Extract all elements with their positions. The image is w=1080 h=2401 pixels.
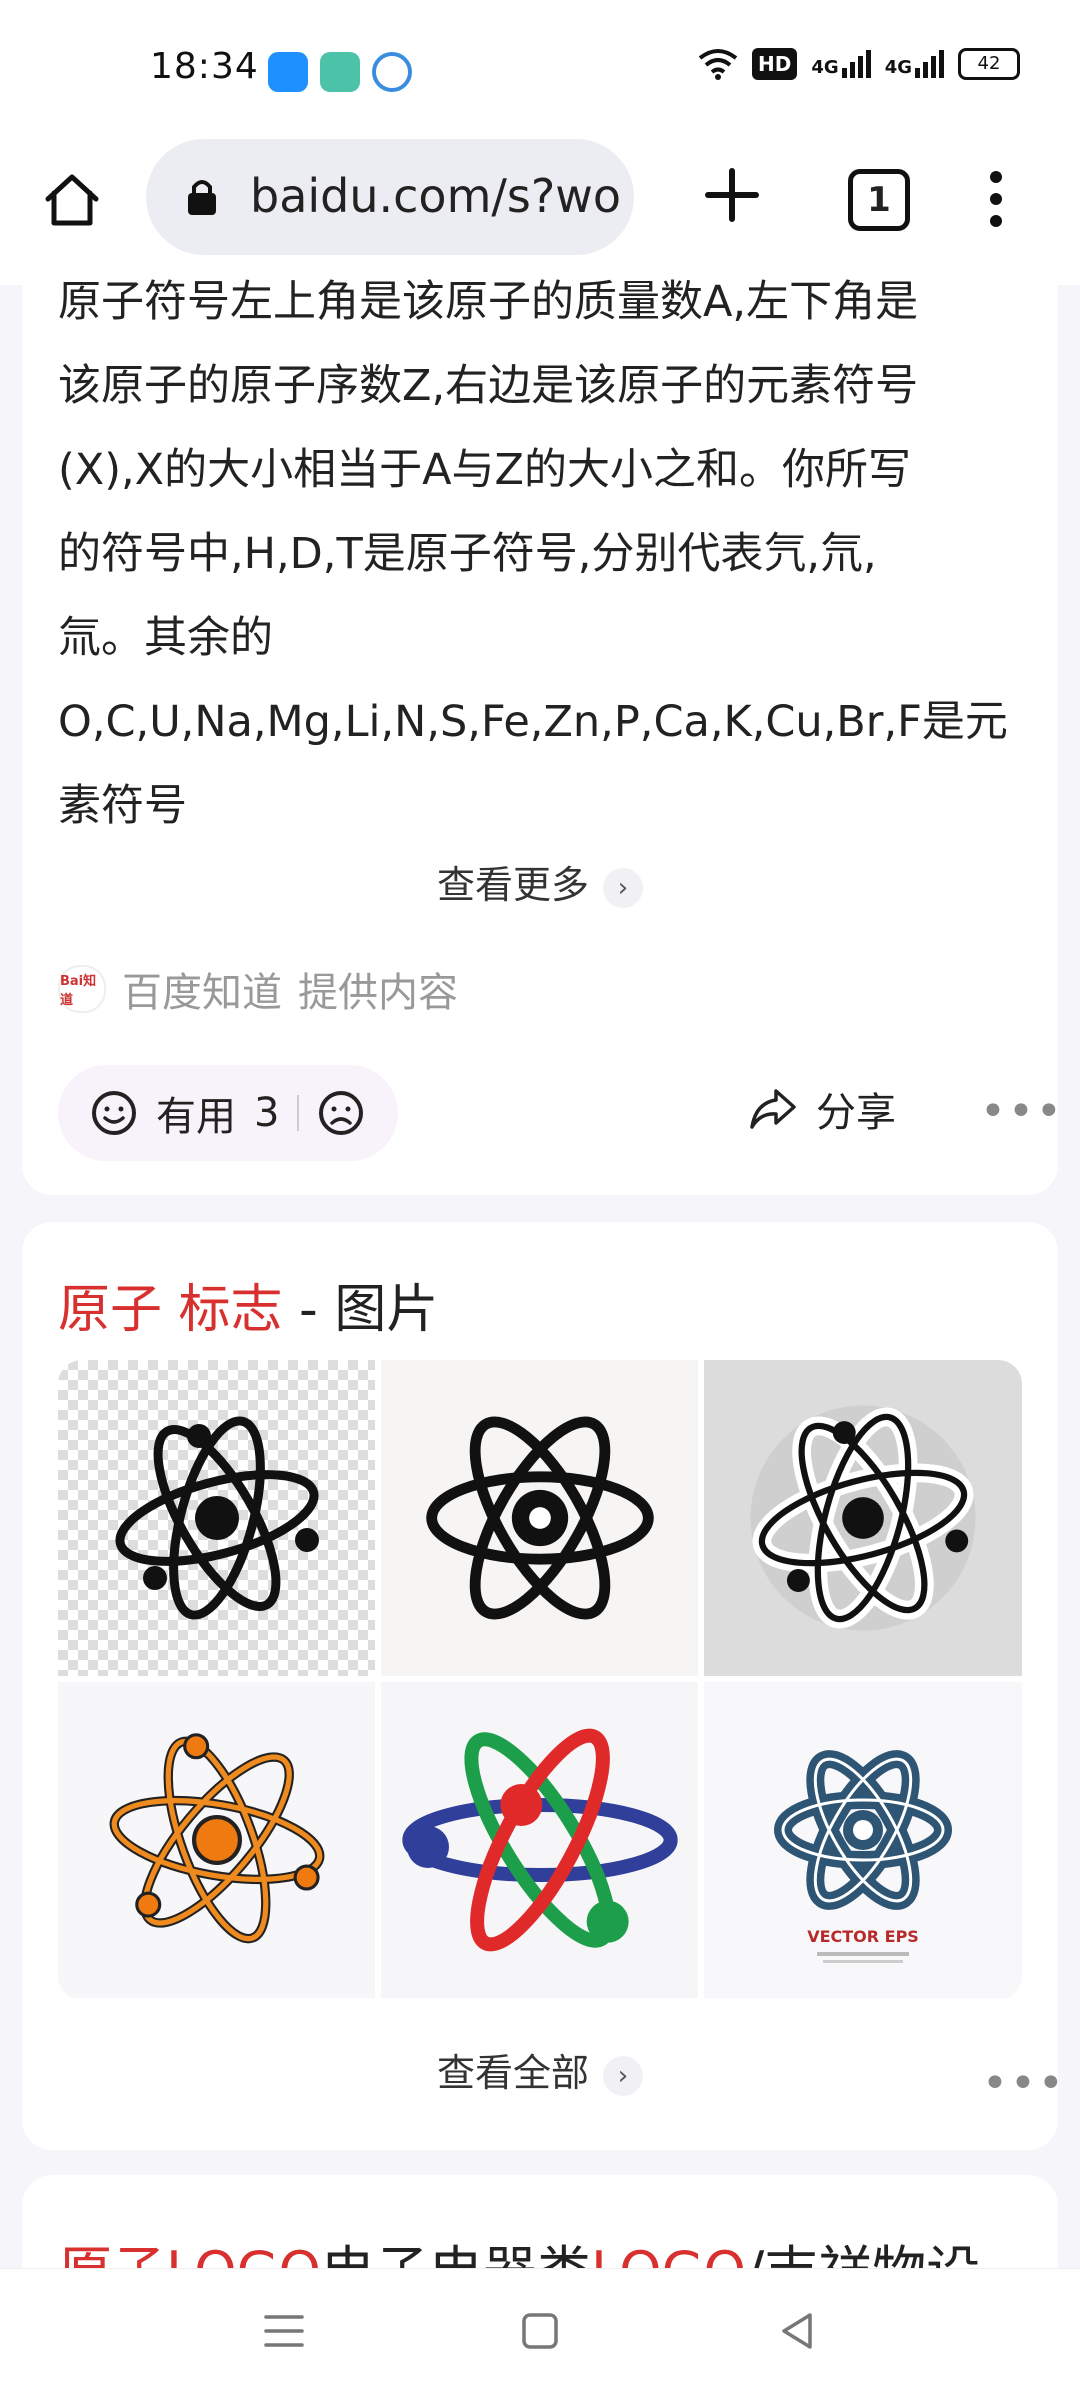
tab-switcher-button[interactable]: 1 [848,169,910,231]
home-square-icon[interactable] [518,2309,562,2353]
source-suffix: 提供内容 [298,970,458,1016]
vector-caption: VECTOR EPS [807,1927,919,1946]
atom-outline-image [425,1416,654,1620]
chevron-right-icon: › [603,2055,643,2096]
see-more-link[interactable]: 查看更多 › [22,854,1058,909]
atom-black-image [114,1416,319,1620]
back-icon[interactable] [776,2309,820,2353]
image-thumbnail[interactable] [58,1360,375,1676]
image-grid: VECTOR EPS [58,1360,1022,2000]
battery-icon: 42 [958,48,1020,80]
app-notification-icon [372,52,412,92]
atom-colorful-image [401,1728,678,1952]
image-thumbnail[interactable] [58,1682,375,1998]
title-highlight: 原子 标志 [58,1280,283,1340]
divider [297,1095,300,1131]
frown-icon[interactable] [317,1089,365,1137]
share-button[interactable]: 分享 [748,1080,896,1138]
status-bar: 18:34 HD 4G 4G 42 [0,0,1080,135]
new-tab-icon[interactable] [700,163,764,227]
atom-orange-image [109,1733,324,1944]
see-more-label: 查看更多 [436,863,589,907]
system-nav-bar [0,2268,1080,2401]
useful-label[interactable]: 有用 [156,1084,236,1142]
app-notification-icon [268,52,308,92]
hd-voice-icon: HD [752,48,798,80]
view-all-link[interactable]: 查看全部 › [22,2042,1058,2097]
url-text: baidu.com/s?wo [250,169,622,223]
image-thumbnail[interactable] [704,1360,1022,1676]
source-attribution[interactable]: Bai知道 百度知道 提供内容 [58,960,458,1018]
baidu-zhidao-logo: Bai知道 [58,965,106,1013]
atom-blue-vector-image: VECTOR EPS [774,1750,952,1963]
image-results-title[interactable]: 原子 标志 - 图片 [58,1267,438,1342]
clock: 18:34 [150,46,259,87]
more-options-icon[interactable]: ••• [980,1086,1064,1137]
app-notification-icon [320,52,360,92]
answer-card: 原子符号左上角是该原子的质量数A,左下角是 该原子的原子序数Z,右边是该原子的元… [22,260,1062,1195]
wifi-icon [698,49,738,80]
chevron-right-icon: › [603,867,643,908]
lock-icon [188,180,216,215]
image-thumbnail[interactable] [381,1682,698,1998]
atom-sticker-image [750,1405,976,1631]
network-type: 4G [884,57,912,78]
image-results-card: 原子 标志 - 图片 VECTOR EPS 查看全部 › ••• [22,1222,1064,2150]
network-type: 4G [811,57,839,78]
answer-text: 原子符号左上角是该原子的质量数A,左下角是 该原子的原子序数Z,右边是该原子的元… [58,277,1008,831]
smile-icon[interactable] [90,1089,138,1137]
signal-icon: 4G [885,50,944,78]
image-thumbnail[interactable]: VECTOR EPS [704,1682,1022,1998]
source-name: 百度知道 [122,970,282,1016]
share-label: 分享 [816,1090,896,1136]
more-options-icon[interactable]: ••• [982,2058,1066,2109]
menu-icon[interactable] [262,2309,306,2353]
view-all-label: 查看全部 [436,2051,589,2095]
share-icon [750,1089,796,1129]
home-icon[interactable] [42,171,102,229]
useful-count: 3 [254,1090,280,1136]
address-bar[interactable]: baidu.com/s?wo [146,139,634,255]
signal-icon: 4G [811,50,871,78]
useful-feedback: 有用 3 [58,1065,398,1161]
image-thumbnail[interactable] [381,1360,698,1676]
more-vertical-icon[interactable] [988,169,1004,229]
title-rest: - 图片 [282,1280,439,1340]
